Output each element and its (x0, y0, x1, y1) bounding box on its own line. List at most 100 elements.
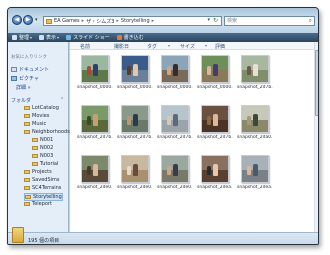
breadcrumb-sims3[interactable]: ザ・シムズ3 (86, 18, 114, 25)
size-filter-chevron-down-icon[interactable]: ▾ (205, 43, 207, 48)
file-item[interactable]: snapshot_2dea... (237, 155, 273, 195)
tree-item-lotcatalog[interactable]: LotCatalog (24, 105, 59, 111)
address-history-chevron-down-icon[interactable]: ▾ (207, 17, 210, 23)
search-input[interactable]: 検索 ⌕ (224, 16, 315, 26)
file-item[interactable]: snapshot_2de0... (117, 155, 153, 195)
file-item[interactable]: snapshot_2d7b... (197, 105, 233, 145)
recent-pages-chevron-down-icon[interactable]: ▾ (35, 17, 41, 23)
forward-button[interactable]: ▶ (23, 15, 33, 25)
tree-item-label: SavedSims (32, 177, 60, 183)
breadcrumb-separator-icon[interactable]: ▸ (152, 18, 155, 24)
tree-item-neighborhoods[interactable]: Neighborhoods (24, 129, 70, 135)
tree-item-n001[interactable]: N001 (32, 137, 53, 143)
tree-item-sc4terrains[interactable]: SC4Terrains (24, 185, 61, 191)
address-bar-area: ◀ ▶ ▾ EA Games ▸ ザ・シムズ3 ▸ Storytelling ▸… (8, 8, 318, 32)
column-size[interactable]: サイズ (180, 43, 195, 50)
breadcrumb-separator-icon[interactable]: ▸ (82, 18, 85, 24)
file-item[interactable]: snapshot_2da0... (237, 105, 273, 145)
slideshow-button[interactable]: スライド ショー (66, 34, 110, 41)
file-name: snapshot_2d7b... (197, 135, 233, 140)
file-name: snapshot_0000... (197, 85, 233, 90)
folder-icon (24, 186, 30, 190)
thumbnail-image (81, 105, 109, 133)
file-item[interactable]: snapshot_2d7b... (237, 55, 273, 95)
folder-icon (32, 162, 38, 166)
search-icon[interactable]: ⌕ (309, 17, 312, 25)
more-link[interactable]: 詳細 » (16, 84, 31, 91)
tree-item-savedsims[interactable]: SavedSims (24, 177, 60, 183)
thumbnail-image (121, 55, 149, 83)
slideshow-icon (66, 35, 72, 40)
thumb-sim-figure (172, 63, 178, 76)
tags-filter-chevron-down-icon[interactable]: ▾ (168, 43, 170, 48)
breadcrumb-separator-icon[interactable]: ▸ (116, 18, 119, 24)
file-item[interactable]: snapshot_2de0... (157, 155, 193, 195)
folder-icon (12, 227, 24, 243)
views-button[interactable]: 表示 ▾ (39, 34, 59, 41)
file-item[interactable]: snapshot_0000... (117, 55, 153, 95)
thumbnail-image (201, 105, 229, 133)
thumbnail-image (241, 155, 269, 183)
thumb-sim-figure (86, 165, 91, 175)
tree-item-music[interactable]: Music (24, 121, 46, 127)
thumbnail-image (121, 105, 149, 133)
file-item[interactable]: snapshot_2d7b... (157, 105, 193, 145)
thumb-sim-figure (166, 115, 171, 125)
back-button[interactable]: ◀ (12, 15, 22, 25)
column-date-taken[interactable]: 撮影日 (114, 43, 129, 50)
burn-button[interactable]: 書き込む (116, 34, 144, 41)
file-name: snapshot_2de0... (77, 185, 113, 190)
tree-item-tutorial[interactable]: Tutorial (32, 161, 58, 167)
address-bar[interactable]: EA Games ▸ ザ・シムズ3 ▸ Storytelling ▸ ▾ ↻ (43, 16, 222, 26)
thumb-sim-figure (126, 165, 131, 175)
thumb-sim-figure (246, 115, 251, 125)
folders-header[interactable]: フォルダ (11, 97, 31, 104)
file-item[interactable]: snapshot_2de0... (77, 155, 113, 195)
thumb-sim-figure (132, 163, 138, 176)
thumb-sim-figure (86, 115, 91, 125)
scrollbar-thumb[interactable] (315, 50, 318, 116)
column-tags[interactable]: タグ (147, 43, 157, 50)
tree-item-teleport[interactable]: Teleport (24, 201, 52, 207)
column-rating[interactable]: 評価 (215, 43, 225, 50)
file-item[interactable]: snapshot_2d7b... (77, 105, 113, 145)
file-item[interactable]: snapshot_0000... (157, 55, 193, 95)
breadcrumb-ea-games[interactable]: EA Games (54, 18, 80, 24)
tree-item-storytelling[interactable]: Storytelling (24, 193, 63, 201)
organize-button[interactable]: 整理 ▾ (12, 34, 32, 41)
file-name: snapshot_2de0... (157, 185, 193, 190)
thumb-sim-figure (166, 65, 171, 75)
collapse-chevron-icon[interactable]: ⌃ (60, 97, 64, 103)
file-item[interactable]: snapshot_0000... (197, 55, 233, 95)
thumb-sim-figure (252, 113, 258, 126)
folder-icon (24, 178, 30, 182)
column-name[interactable]: 名前 (80, 43, 90, 50)
tree-item-label: N002 (40, 145, 54, 151)
tree-item-label: SC4Terrains (32, 185, 62, 191)
refresh-icon[interactable]: ↻ (211, 17, 220, 25)
vertical-scrollbar[interactable] (314, 42, 318, 232)
file-name: snapshot_0000... (157, 85, 193, 90)
favorite-documents[interactable]: ドキュメント (11, 66, 49, 73)
tree-item-n002[interactable]: N002 (32, 145, 53, 151)
favorite-pictures[interactable]: ピクチャ (11, 75, 39, 82)
tree-item-movies[interactable]: Movies (24, 113, 49, 119)
file-name: snapshot_2d7b... (77, 135, 113, 140)
chevron-down-icon: ▾ (57, 35, 60, 40)
documents-icon (11, 67, 17, 72)
thumb-sim-figure (212, 63, 218, 76)
file-item[interactable]: snapshot_0000... (77, 55, 113, 95)
folder-icon (24, 114, 30, 118)
breadcrumb-storytelling[interactable]: Storytelling (121, 18, 150, 24)
tree-item-label: Movies (32, 113, 50, 119)
file-item[interactable]: snapshot_2d7b... (117, 105, 153, 145)
column-headers: 名前 撮影日 タグ ▾ サイズ ▾ 評価 (70, 42, 318, 50)
tree-item-n003[interactable]: N003 (32, 153, 53, 159)
organize-label: 整理 (19, 35, 30, 41)
file-item[interactable]: snapshot_2dea... (197, 155, 233, 195)
favorite-pictures-label: ピクチャ (19, 76, 39, 82)
tree-item-projects[interactable]: Projects (24, 169, 52, 175)
file-name: snapshot_2de0... (117, 185, 153, 190)
folder-icon (46, 18, 52, 24)
thumbnail-image (201, 55, 229, 83)
